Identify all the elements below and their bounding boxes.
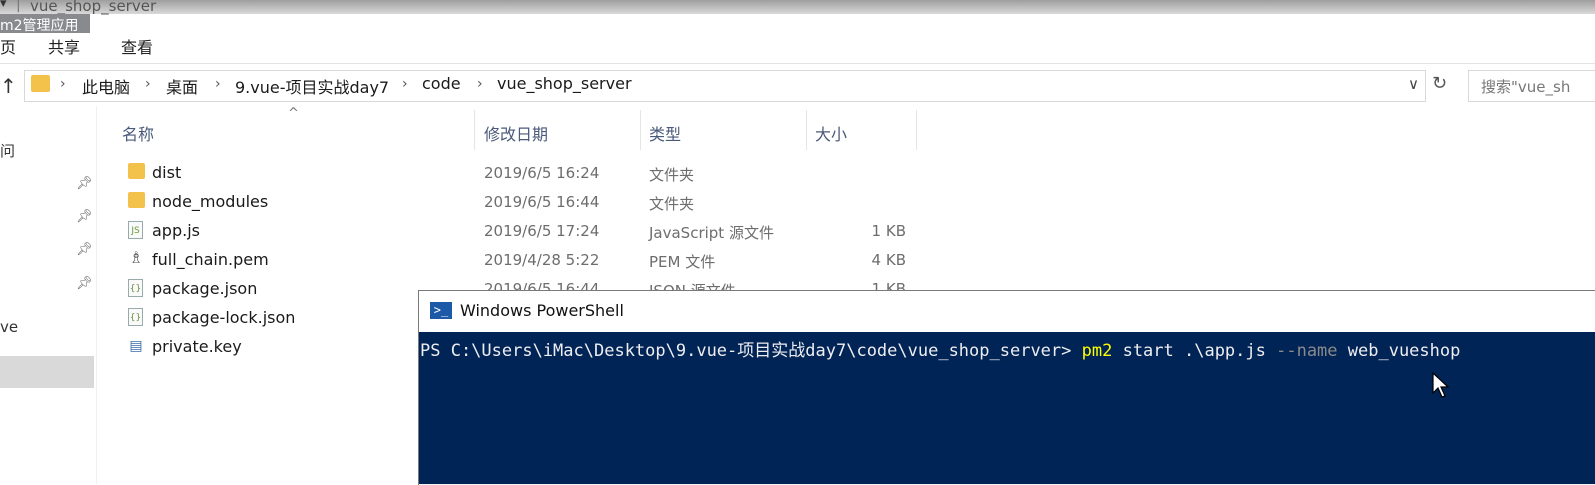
- console-prompt: PS C:\Users\iMac\Desktop\9.vue-项目实战day7\…: [420, 341, 1082, 361]
- tab-view[interactable]: 查看: [121, 34, 153, 58]
- window-title: vue_shop_server: [30, 0, 157, 15]
- chevron-right-icon[interactable]: ›: [477, 76, 483, 92]
- file-name[interactable]: full_chain.pem: [152, 250, 269, 269]
- tab-share[interactable]: 共享: [48, 34, 80, 58]
- refresh-icon[interactable]: ↻: [1432, 73, 1447, 94]
- json-file-icon: {}: [128, 308, 143, 326]
- console-argument: start .\app.js: [1112, 341, 1277, 361]
- certificate-icon: ♗: [128, 248, 144, 267]
- chevron-right-icon[interactable]: ›: [402, 76, 408, 92]
- navigation-pane: [0, 106, 97, 484]
- file-date: 2019/4/28 5:22: [484, 251, 600, 269]
- file-name[interactable]: package-lock.json: [152, 308, 295, 327]
- title-bar: [0, 0, 1595, 14]
- breadcrumb-this-pc[interactable]: 此电脑: [82, 74, 130, 98]
- console-command-line[interactable]: PS C:\Users\iMac\Desktop\9.vue-项目实战day7\…: [420, 336, 1460, 361]
- column-divider[interactable]: [916, 110, 917, 150]
- column-divider[interactable]: [806, 110, 807, 150]
- pin-icon[interactable]: 📌︎: [76, 242, 93, 257]
- up-arrow-icon[interactable]: ↑: [0, 74, 17, 98]
- tab-home[interactable]: 页: [0, 34, 16, 58]
- json-file-icon: {}: [128, 279, 143, 297]
- file-name[interactable]: app.js: [152, 221, 200, 240]
- ribbon: [0, 33, 1595, 64]
- file-name[interactable]: node_modules: [152, 192, 268, 211]
- console-argument: web_vueshop: [1337, 341, 1461, 361]
- column-header-type[interactable]: 类型: [649, 121, 681, 145]
- chevron-right-icon[interactable]: ›: [145, 76, 151, 92]
- nav-item-partial[interactable]: ve: [0, 318, 18, 336]
- console-command: pm2: [1081, 341, 1113, 361]
- pin-icon[interactable]: 📌︎: [76, 209, 93, 224]
- column-header-size[interactable]: 大小: [815, 121, 847, 145]
- column-header-date[interactable]: 修改日期: [484, 121, 548, 145]
- pin-icon[interactable]: 📌︎: [76, 176, 93, 191]
- column-divider[interactable]: [640, 110, 641, 150]
- file-size: 4 KB: [871, 251, 906, 269]
- breadcrumb-desktop[interactable]: 桌面: [166, 74, 198, 98]
- js-file-icon: JS: [128, 221, 143, 239]
- chevron-right-icon[interactable]: ›: [215, 76, 221, 92]
- file-type: PEM 文件: [649, 253, 716, 271]
- file-type: 文件夹: [649, 166, 695, 184]
- file-name[interactable]: dist: [152, 163, 181, 182]
- folder-icon: [128, 192, 145, 208]
- nav-item-partial[interactable]: 问: [0, 140, 15, 161]
- key-file-icon: ▤: [129, 338, 143, 354]
- file-name[interactable]: private.key: [152, 337, 242, 356]
- quick-access-dropdown-icon[interactable]: ▾: [0, 0, 7, 11]
- console-flag: --name: [1276, 341, 1338, 361]
- file-type: 文件夹: [649, 195, 695, 213]
- breadcrumb-vue-shop-server[interactable]: vue_shop_server: [497, 74, 632, 93]
- title-separator: |: [16, 0, 21, 13]
- mouse-cursor-icon: [1432, 372, 1450, 398]
- file-date: 2019/6/5 16:24: [484, 164, 600, 182]
- pin-icon[interactable]: 📌︎: [76, 276, 93, 291]
- folder-icon: [128, 163, 145, 179]
- column-divider[interactable]: [474, 110, 475, 150]
- breadcrumb-project-folder[interactable]: 9.vue-项目实战day7: [235, 74, 389, 98]
- context-tab-label: m2管理应用: [0, 18, 79, 34]
- file-date: 2019/6/5 17:24: [484, 222, 600, 240]
- column-header-name[interactable]: 名称: [122, 121, 154, 145]
- powershell-title: Windows PowerShell: [460, 301, 624, 320]
- search-placeholder: 搜索"vue_sh: [1481, 78, 1571, 96]
- file-type: JavaScript 源文件: [649, 224, 774, 242]
- chevron-right-icon[interactable]: ›: [60, 76, 66, 92]
- file-date: 2019/6/5 16:44: [484, 193, 600, 211]
- powershell-icon: >_: [430, 302, 452, 319]
- breadcrumb-code[interactable]: code: [422, 74, 461, 93]
- file-size: 1 KB: [871, 222, 906, 240]
- nav-item-selected[interactable]: [0, 356, 94, 388]
- folder-icon: [31, 75, 50, 92]
- chevron-down-icon[interactable]: ∨: [1408, 75, 1419, 93]
- file-name[interactable]: package.json: [152, 279, 257, 298]
- sort-ascending-icon: ^: [288, 106, 299, 121]
